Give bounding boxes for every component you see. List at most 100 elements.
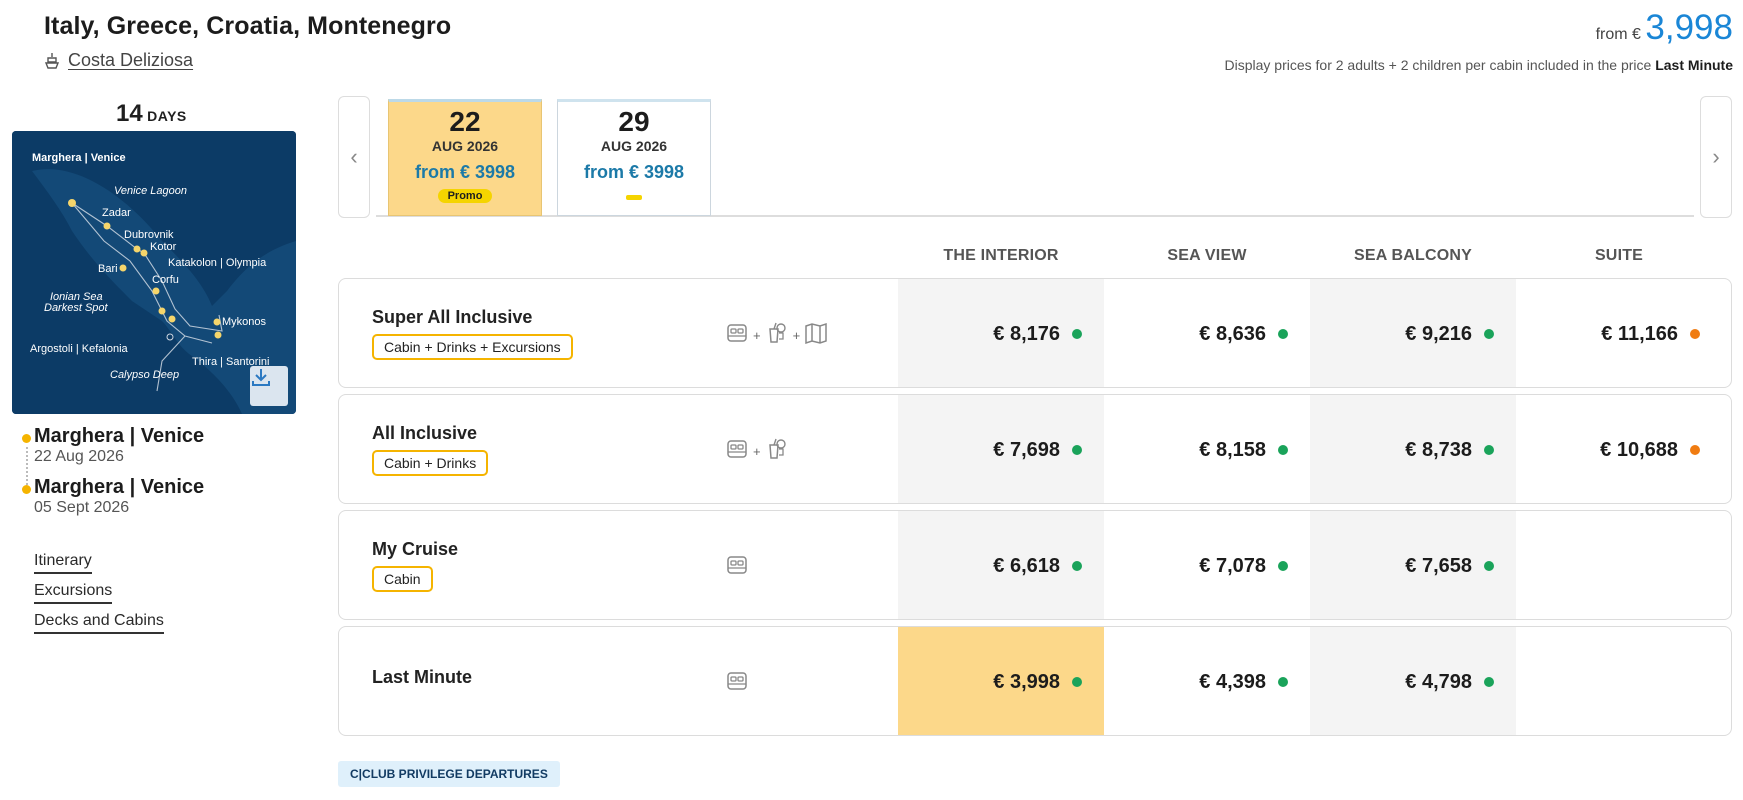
port-name: Marghera | Venice xyxy=(34,425,205,447)
map-label: Mykonos xyxy=(222,316,267,328)
price-cell-sea-view[interactable]: € 4,398 xyxy=(1104,627,1310,735)
package-row-my-cruise: My Cruise Cabin € 6,618 € 7,078 € 7,658 xyxy=(338,510,1732,620)
download-icon xyxy=(252,369,270,386)
price-value[interactable]: € 8,738 xyxy=(1405,439,1472,462)
plus-icon: + xyxy=(753,444,761,459)
map-label: Argostoli | Kefalonia xyxy=(30,343,128,355)
price-cell-sea-view[interactable]: € 8,158 xyxy=(1104,395,1310,503)
date-month: AUG 2026 xyxy=(431,138,499,154)
price-cell-sea-view[interactable]: € 7,078 xyxy=(1104,511,1310,619)
package-row-all-inclusive: All Inclusive Cabin + Drinks + € 7,698 € 8,1… xyxy=(338,394,1732,504)
download-map-button[interactable] xyxy=(250,366,288,406)
package-tag: Cabin + Drinks + Excursions xyxy=(372,334,573,360)
port-name: Marghera | Venice xyxy=(34,476,205,498)
club-privilege-button[interactable]: C|CLUB PRIVILEGE DEPARTURES xyxy=(338,761,560,787)
price-cell-the-interior[interactable]: € 7,698 xyxy=(898,395,1104,503)
price-value[interactable]: € 7,698 xyxy=(993,439,1060,462)
date-day: 29 xyxy=(618,106,650,137)
price-cell-sea-balcony[interactable]: € 4,798 xyxy=(1310,627,1516,735)
date-tab-22-aug[interactable]: 22 AUG 2026 from € 3998 Promo xyxy=(388,99,542,216)
date-selector: ‹ 22 AUG 2026 from € 3998 Promo 29 AUG 2… xyxy=(338,96,1732,220)
chevron-left-icon: ‹ xyxy=(350,144,358,169)
price-cell-suite xyxy=(1516,511,1722,619)
drink-icon xyxy=(765,437,789,466)
map-label: Calypso Deep xyxy=(110,369,180,381)
duration-unit: DAYS xyxy=(147,108,187,124)
availability-dot xyxy=(1484,329,1494,339)
port-dot xyxy=(22,485,31,494)
package-name: My Cruise xyxy=(372,539,459,559)
display-note: Display prices for 2 adults + 2 children… xyxy=(1224,57,1733,73)
date-month: AUG 2026 xyxy=(600,138,668,154)
next-dates-button[interactable]: › xyxy=(1700,96,1732,218)
display-note-text: Display prices for 2 adults + 2 children… xyxy=(1224,57,1652,73)
price-value[interactable]: € 7,078 xyxy=(1199,555,1266,578)
package-name: Super All Inclusive xyxy=(372,307,533,327)
ship-name: Costa Deliziosa xyxy=(68,50,194,70)
package-icons xyxy=(725,669,749,698)
price-cell-suite[interactable]: € 11,166 xyxy=(1516,279,1722,387)
price-cell-sea-view[interactable]: € 8,636 xyxy=(1104,279,1310,387)
availability-dot xyxy=(1072,561,1082,571)
package-name: All Inclusive xyxy=(372,423,478,443)
page-title: Italy, Greece, Croatia, Montenegro xyxy=(44,12,452,40)
price-value[interactable]: € 10,688 xyxy=(1600,439,1678,462)
price-value[interactable]: € 8,158 xyxy=(1199,439,1266,462)
excursions-link[interactable]: Excursions xyxy=(34,582,113,604)
promo-badge: Promo xyxy=(437,189,493,203)
chevron-right-icon: › xyxy=(1712,144,1720,169)
price-value[interactable]: € 4,398 xyxy=(1199,671,1266,694)
price-cell-suite[interactable]: € 10,688 xyxy=(1516,395,1722,503)
price-cell-the-interior[interactable]: € 8,176 xyxy=(898,279,1104,387)
date-marker xyxy=(626,195,642,200)
price-value[interactable]: € 8,636 xyxy=(1199,323,1266,346)
itinerary-link[interactable]: Itinerary xyxy=(34,552,92,574)
price-value[interactable]: € 8,176 xyxy=(993,323,1060,346)
plus-icon: + xyxy=(792,328,801,343)
price-value[interactable]: € 9,216 xyxy=(1405,323,1472,346)
availability-dot xyxy=(1484,445,1494,455)
availability-dot xyxy=(1278,329,1288,339)
prev-dates-button[interactable]: ‹ xyxy=(338,96,370,218)
port-dot xyxy=(22,434,31,443)
package-name: Last Minute xyxy=(372,667,473,687)
availability-dot xyxy=(1278,677,1288,687)
package-icons: + xyxy=(725,437,789,466)
package-row-super-all-inclusive: Super All Inclusive Cabin + Drinks + Excu… xyxy=(338,278,1732,388)
price-cell-the-interior[interactable]: € 3,998 xyxy=(898,627,1104,735)
decks-cabins-link[interactable]: Decks and Cabins xyxy=(34,612,164,634)
side-links: Itinerary Excursions Decks and Cabins xyxy=(34,552,164,642)
itinerary-map[interactable]: Marghera | Venice Venice Lagoon Zadar Du… xyxy=(12,131,296,414)
price-cell-suite xyxy=(1516,627,1722,735)
map-label: Kotor xyxy=(150,241,177,253)
package-tag: Cabin xyxy=(372,566,433,592)
price-cell-sea-balcony[interactable]: € 8,738 xyxy=(1310,395,1516,503)
price-cell-the-interior[interactable]: € 6,618 xyxy=(898,511,1104,619)
map-label: Dubrovnik xyxy=(124,229,174,241)
duration: 14 DAYS xyxy=(116,100,187,128)
price-value[interactable]: € 4,798 xyxy=(1405,671,1472,694)
price-value[interactable]: € 7,658 xyxy=(1405,555,1472,578)
from-value: 3,998 xyxy=(1645,8,1733,47)
ship-link[interactable]: Costa Deliziosa xyxy=(44,50,193,71)
map-label: Corfu xyxy=(152,274,179,286)
plus-icon: + xyxy=(753,328,761,343)
limited-availability-dot xyxy=(1690,445,1700,455)
col-head-sea-balcony: SEA BALCONY xyxy=(1353,247,1473,264)
price-cell-sea-balcony[interactable]: € 9,216 xyxy=(1310,279,1516,387)
availability-dot xyxy=(1278,445,1288,455)
price-value[interactable]: € 3,998 xyxy=(993,671,1060,694)
ship-icon xyxy=(44,52,60,69)
port-departure: Marghera | Venice 22 Aug 2026 xyxy=(22,425,204,466)
price-cell-sea-balcony[interactable]: € 7,658 xyxy=(1310,511,1516,619)
price-value[interactable]: € 11,166 xyxy=(1601,323,1678,346)
availability-dot xyxy=(1484,677,1494,687)
date-price: from € 3998 xyxy=(583,162,685,182)
from-label: from € xyxy=(1595,26,1641,43)
availability-dot xyxy=(1072,445,1082,455)
availability-dot xyxy=(1278,561,1288,571)
col-head-suite: SUITE xyxy=(1594,247,1644,264)
package-icons: + + xyxy=(725,321,828,350)
price-value[interactable]: € 6,618 xyxy=(993,555,1060,578)
date-tab-29-aug[interactable]: 29 AUG 2026 from € 3998 xyxy=(557,99,711,216)
